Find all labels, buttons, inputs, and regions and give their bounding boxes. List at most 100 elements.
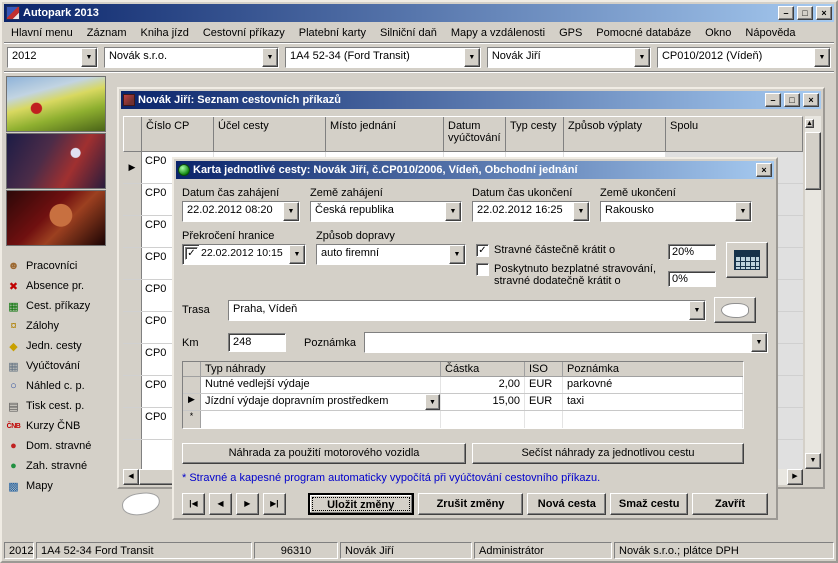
end-country-combo[interactable]: Rakousko <box>600 201 752 222</box>
sidebar-item-nahled[interactable]: ○Náhled c. p. <box>6 376 112 396</box>
menu-okno[interactable]: Okno <box>698 25 738 41</box>
scrollbar-thumb[interactable] <box>805 132 821 190</box>
transport-combo[interactable]: auto firemní <box>316 244 466 265</box>
cell-note[interactable]: taxi <box>563 394 743 410</box>
vertical-scrollbar[interactable]: ▲ ▼ <box>805 116 821 469</box>
save-button[interactable]: Uložit změny <box>308 493 414 515</box>
km-input[interactable]: 248 <box>228 333 286 352</box>
column-header[interactable]: Číslo CP <box>142 117 214 151</box>
menu-mapy-a-vzdalenosti[interactable]: Mapy a vzdálenosti <box>444 25 552 41</box>
cell-iso[interactable]: EUR <box>525 377 563 393</box>
close-button[interactable]: × <box>803 93 819 107</box>
menu-zaznam[interactable]: Záznam <box>80 25 134 41</box>
sidebar-item-dom-stravne[interactable]: ●Dom. stravné <box>6 436 112 456</box>
chevron-down-icon[interactable] <box>445 202 461 221</box>
travel-order-combo[interactable]: CP010/2012 (Vídeň) <box>657 47 831 68</box>
year-combo[interactable]: 2012 <box>7 47 98 68</box>
menu-cestovni-prikazy[interactable]: Cestovní příkazy <box>196 25 292 41</box>
compensation-type-combo[interactable]: Jízdní výdaje dopravním prostředkem <box>201 394 441 410</box>
chevron-down-icon[interactable] <box>283 202 299 221</box>
sidebar-item-cest-prikazy[interactable]: ▦Cest. příkazy <box>6 296 112 316</box>
cancel-changes-button[interactable]: Zrušit změny <box>418 493 524 515</box>
next-record-button[interactable]: ▶ <box>236 493 259 515</box>
grid-row-new[interactable]: * <box>183 411 743 428</box>
chevron-down-icon[interactable] <box>262 48 278 67</box>
menu-napoveda[interactable]: Nápověda <box>738 25 802 41</box>
first-record-button[interactable]: |◀ <box>182 493 205 515</box>
cell-iso[interactable] <box>525 411 563 428</box>
calculator-button[interactable] <box>726 242 768 278</box>
scroll-up-icon[interactable]: ▲ <box>805 119 814 128</box>
route-combo[interactable]: Praha, Vídeň <box>228 300 706 321</box>
free-meals-checkbox[interactable] <box>476 263 489 276</box>
column-header[interactable]: Spolu <box>666 117 802 151</box>
cell-amount[interactable]: 15,00 <box>441 394 525 410</box>
note-combo[interactable] <box>364 332 768 353</box>
cell-note[interactable] <box>563 411 743 428</box>
driver-combo[interactable]: Novák Jiří <box>487 47 651 68</box>
column-header[interactable]: Typ cesty <box>506 117 564 151</box>
restore-button[interactable]: □ <box>784 93 800 107</box>
sidebar-item-vyuctovani[interactable]: ▦Vyúčtování <box>6 356 112 376</box>
meal-reduce-checkbox[interactable]: ✓ <box>476 244 489 257</box>
menu-platebni-karty[interactable]: Platební karty <box>292 25 373 41</box>
sidebar-item-zah-stravne[interactable]: ●Zah. stravné <box>6 456 112 476</box>
meal-reduce-input[interactable]: 20% <box>668 244 716 260</box>
chevron-down-icon[interactable] <box>751 333 767 352</box>
list-window-titlebar[interactable]: Novák Jiří: Seznam cestovních příkazů – … <box>121 91 821 109</box>
column-header[interactable]: Účel cesty <box>214 117 326 151</box>
start-datetime-combo[interactable]: 22.02.2012 08:20 <box>182 201 300 222</box>
minimize-button[interactable]: – <box>765 93 781 107</box>
chevron-down-icon[interactable] <box>689 301 705 320</box>
menu-kniha-jizd[interactable]: Kniha jízd <box>134 25 196 41</box>
free-meals-input[interactable]: 0% <box>668 271 716 287</box>
cell-type[interactable]: Nutné vedlejší výdaje <box>201 377 441 393</box>
grid-row-selected[interactable]: ▶ Jízdní výdaje dopravním prostředkem 15… <box>183 394 743 411</box>
column-header[interactable]: Místo jednání <box>326 117 444 151</box>
menu-hlavni-menu[interactable]: Hlavní menu <box>4 25 80 41</box>
minimize-button[interactable]: – <box>778 6 794 20</box>
scroll-down-icon[interactable]: ▼ <box>805 453 821 469</box>
vehicle-combo[interactable]: 1A4 52-34 (Ford Transit) <box>285 47 481 68</box>
chevron-down-icon[interactable] <box>735 202 751 221</box>
menu-pomocne-databaze[interactable]: Pomocné databáze <box>589 25 698 41</box>
cell-amount[interactable] <box>441 411 525 428</box>
sidebar-item-mapy[interactable]: ▩Mapy <box>6 476 112 496</box>
start-country-combo[interactable]: Česká republika <box>310 201 462 222</box>
border-cross-checkbox[interactable]: ✓ <box>185 247 198 260</box>
scroll-left-icon[interactable]: ◀ <box>123 469 139 485</box>
close-icon[interactable]: × <box>756 163 772 177</box>
prev-record-button[interactable]: ◀ <box>209 493 232 515</box>
maximize-button[interactable]: □ <box>797 6 813 20</box>
chevron-down-icon[interactable] <box>449 245 465 264</box>
chevron-down-icon[interactable] <box>81 48 97 67</box>
column-header[interactable]: Datum vyúčtování <box>444 117 506 151</box>
chevron-down-icon[interactable] <box>425 394 440 410</box>
chevron-down-icon[interactable] <box>573 202 589 221</box>
sidebar-item-kurzy-cnb[interactable]: ČNBKurzy ČNB <box>6 416 112 436</box>
main-titlebar[interactable]: Autopark 2013 – □ × <box>4 4 834 22</box>
map-button[interactable] <box>714 297 756 323</box>
company-combo[interactable]: Novák s.r.o. <box>104 47 279 68</box>
chevron-down-icon[interactable] <box>289 245 305 264</box>
scroll-right-icon[interactable]: ▶ <box>787 469 803 485</box>
cell-iso[interactable]: EUR <box>525 394 563 410</box>
border-cross-combo[interactable]: ✓ 22.02.2012 10:15 <box>182 244 306 265</box>
menu-gps[interactable]: GPS <box>552 25 589 41</box>
sidebar-item-pracovnici[interactable]: ☻Pracovníci <box>6 256 112 276</box>
cell-note[interactable]: parkovné <box>563 377 743 393</box>
sidebar-item-jedn-cesty[interactable]: ◆Jedn. cesty <box>6 336 112 356</box>
cell-amount[interactable]: 2,00 <box>441 377 525 393</box>
cell-type[interactable] <box>201 411 441 428</box>
end-datetime-combo[interactable]: 22.02.2012 16:25 <box>472 201 590 222</box>
chevron-down-icon[interactable] <box>634 48 650 67</box>
vehicle-compensation-button[interactable]: Náhrada za použití motorového vozidla <box>182 443 466 464</box>
close-dialog-button[interactable]: Zavřít <box>692 493 768 515</box>
grid-row[interactable]: Nutné vedlejší výdaje 2,00 EUR parkovné <box>183 377 743 394</box>
sidebar-item-tisk[interactable]: ▤Tisk cest. p. <box>6 396 112 416</box>
column-header[interactable]: Způsob výplaty <box>564 117 666 151</box>
menu-silnicni-dan[interactable]: Silniční daň <box>373 25 444 41</box>
sidebar-item-absence[interactable]: ✖Absence pr. <box>6 276 112 296</box>
close-button[interactable]: × <box>816 6 832 20</box>
chevron-down-icon[interactable] <box>814 48 830 67</box>
